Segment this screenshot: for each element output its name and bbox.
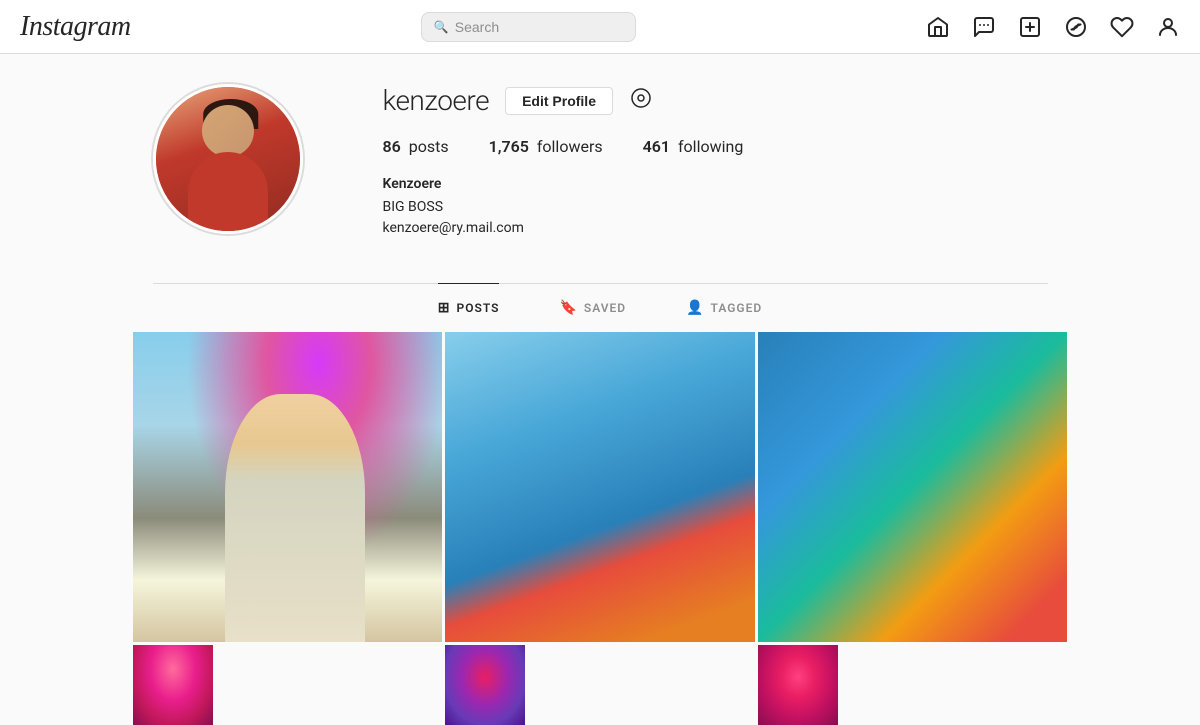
tab-tagged-label: TAGGED — [711, 301, 763, 315]
username-row: kenzoere Edit Profile — [383, 84, 1048, 117]
followers-count: 1,765 — [489, 137, 529, 156]
following-stat[interactable]: 461 following — [643, 137, 744, 156]
avatar-wrapper — [153, 84, 303, 234]
search-input[interactable] — [455, 19, 623, 35]
grid-item[interactable] — [445, 332, 755, 642]
bio-name: Kenzoere — [383, 174, 1048, 195]
tab-tagged[interactable]: 👤 TAGGED — [686, 283, 762, 332]
search-bar[interactable]: 🔍 — [421, 12, 636, 42]
grid-item[interactable] — [445, 645, 525, 725]
instagram-logo: Instagram — [20, 11, 131, 43]
messenger-icon[interactable] — [972, 15, 996, 39]
settings-icon[interactable] — [629, 86, 653, 116]
tab-saved[interactable]: 🔖 SAVED — [559, 283, 626, 332]
photo-grid-container — [133, 332, 1068, 725]
grid-item[interactable] — [133, 332, 443, 642]
header-nav — [926, 15, 1180, 39]
profile-container: kenzoere Edit Profile 86 posts 1,765 fol… — [133, 54, 1068, 283]
search-icon: 🔍 — [434, 20, 449, 34]
bio-tagline: BIG BOSS — [383, 197, 1048, 218]
username: kenzoere — [383, 84, 490, 117]
profile-stats: 86 posts 1,765 followers 461 following — [383, 137, 1048, 156]
header: Instagram 🔍 — [0, 0, 1200, 54]
tagged-person-icon: 👤 — [686, 300, 704, 316]
following-count: 461 — [643, 137, 670, 156]
tabs-section: ⊞ POSTS 🔖 SAVED 👤 TAGGED — [133, 283, 1068, 332]
posts-grid-icon: ⊞ — [438, 300, 451, 316]
profile-bio: Kenzoere BIG BOSS kenzoere@ry.mail.com — [383, 174, 1048, 239]
tabs-container: ⊞ POSTS 🔖 SAVED 👤 TAGGED — [153, 284, 1048, 332]
followers-stat[interactable]: 1,765 followers — [489, 137, 603, 156]
bio-email: kenzoere@ry.mail.com — [383, 218, 1048, 239]
photo-grid — [133, 332, 1068, 725]
tab-posts[interactable]: ⊞ POSTS — [438, 283, 500, 332]
posts-count: 86 — [383, 137, 401, 156]
avatar — [153, 84, 303, 234]
grid-item[interactable] — [758, 645, 838, 725]
edit-profile-button[interactable]: Edit Profile — [505, 87, 613, 115]
profile-header: kenzoere Edit Profile 86 posts 1,765 fol… — [153, 84, 1048, 283]
grid-item[interactable] — [758, 332, 1068, 642]
followers-label: followers — [537, 137, 603, 156]
home-icon[interactable] — [926, 15, 950, 39]
explore-icon[interactable] — [1064, 15, 1088, 39]
grid-item[interactable] — [133, 645, 213, 725]
tab-saved-label: SAVED — [584, 301, 626, 315]
posts-stat[interactable]: 86 posts — [383, 137, 449, 156]
tab-posts-label: POSTS — [457, 301, 500, 315]
saved-bookmark-icon: 🔖 — [559, 300, 577, 316]
following-label: following — [678, 137, 743, 156]
profile-info: kenzoere Edit Profile 86 posts 1,765 fol… — [383, 84, 1048, 239]
activity-icon[interactable] — [1110, 15, 1134, 39]
posts-label: posts — [409, 137, 449, 156]
profile-nav-icon[interactable] — [1156, 15, 1180, 39]
add-post-icon[interactable] — [1018, 15, 1042, 39]
